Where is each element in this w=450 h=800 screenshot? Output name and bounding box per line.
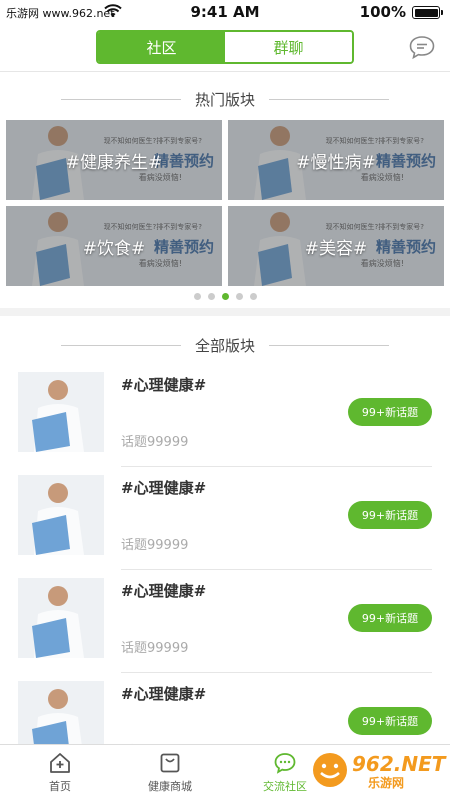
board-thumbnail: [18, 578, 104, 658]
pager-dot[interactable]: [249, 293, 257, 300]
pager-dot[interactable]: [207, 293, 215, 300]
all-section-title: 全部版块: [194, 336, 255, 355]
board-name: #心理健康#: [121, 479, 207, 497]
hot-board-label: #美容#: [304, 238, 368, 259]
hot-board-card[interactable]: 现不知如何医生?排不到专家号? 精善预约 看病没烦恼! #慢性病#: [228, 120, 444, 200]
new-topics-button[interactable]: 99+新话题: [348, 604, 432, 632]
new-topics-button[interactable]: 99+新话题: [348, 707, 432, 735]
bottom-tab-bar: 首页 健康商城 交流社区 962.NET 乐游网: [0, 744, 450, 800]
list-item[interactable]: #心理健康# 话题99999 99+新话题: [0, 570, 450, 673]
hot-board-label: #饮食#: [82, 238, 146, 259]
board-name: #心理健康#: [121, 582, 207, 600]
hot-section-heading: 热门版块: [0, 88, 450, 110]
top-header: 社区 群聊: [0, 24, 450, 72]
board-list: #心理健康# 话题99999 99+新话题 #心理健康# 话题99999 99+…: [0, 364, 450, 776]
chat-bubble-icon[interactable]: [408, 34, 436, 60]
watermark-sub: 乐游网: [366, 774, 407, 791]
status-bar: 乐游网 www.962.net 9:41 AM 100%: [0, 0, 450, 24]
new-topics-button[interactable]: 99+新话题: [348, 501, 432, 529]
board-name: #心理健康#: [121, 685, 207, 703]
tab-community[interactable]: 社区: [98, 32, 225, 62]
hot-section-title: 热门版块: [194, 90, 255, 109]
chat-icon: [274, 753, 296, 774]
list-item[interactable]: #心理健康# 话题99999 99+新话题: [0, 364, 450, 467]
tab-health-mall[interactable]: 健康商城: [125, 751, 215, 794]
section-separator: [0, 308, 450, 316]
tab-community-label: 交流社区: [263, 780, 307, 793]
hot-board-label: #健康养生#: [65, 152, 163, 173]
tab-home[interactable]: 首页: [15, 751, 105, 794]
hot-board-card[interactable]: 现不知如何医生?排不到专家号? 精善预约 看病没烦恼! #健康养生#: [6, 120, 222, 200]
topic-count: 话题99999: [121, 538, 189, 553]
list-item[interactable]: #心理健康# 话题99999 99+新话题: [0, 467, 450, 570]
watermark-brand: 962.NET: [352, 752, 446, 776]
board-thumbnail: [18, 475, 104, 555]
pager-dot[interactable]: [235, 293, 243, 300]
new-topics-button[interactable]: 99+新话题: [348, 398, 432, 426]
board-name: #心理健康#: [121, 376, 207, 394]
pager-dot[interactable]: [193, 293, 201, 300]
topic-count: 话题99999: [121, 435, 189, 450]
battery-icon: [412, 6, 443, 19]
pager-dot-active[interactable]: [221, 293, 229, 300]
hot-board-card[interactable]: 现不知如何医生?排不到专家号? 精善预约 看病没烦恼! #饮食#: [6, 206, 222, 286]
carousel-pager: [0, 293, 450, 300]
shopping-bag-icon: [160, 753, 180, 773]
tab-group-chat[interactable]: 群聊: [225, 32, 352, 62]
segmented-control: 社区 群聊: [96, 30, 354, 64]
hot-board-grid: 现不知如何医生?排不到专家号? 精善预约 看病没烦恼! #健康养生# 现不知如何…: [6, 120, 444, 288]
hot-board-card[interactable]: 现不知如何医生?排不到专家号? 精善预约 看病没烦恼! #美容#: [228, 206, 444, 286]
tab-health-mall-label: 健康商城: [148, 780, 192, 793]
smiley-logo-icon: [313, 753, 347, 787]
hot-board-label: #慢性病#: [296, 152, 376, 173]
board-thumbnail: [18, 372, 104, 452]
home-icon: [50, 753, 70, 773]
battery-percent: 100%: [359, 3, 406, 21]
all-section-heading: 全部版块: [0, 334, 450, 356]
topic-count: 话题99999: [121, 641, 189, 656]
site-watermark: 962.NET 乐游网: [308, 750, 446, 791]
tab-home-label: 首页: [49, 780, 71, 793]
